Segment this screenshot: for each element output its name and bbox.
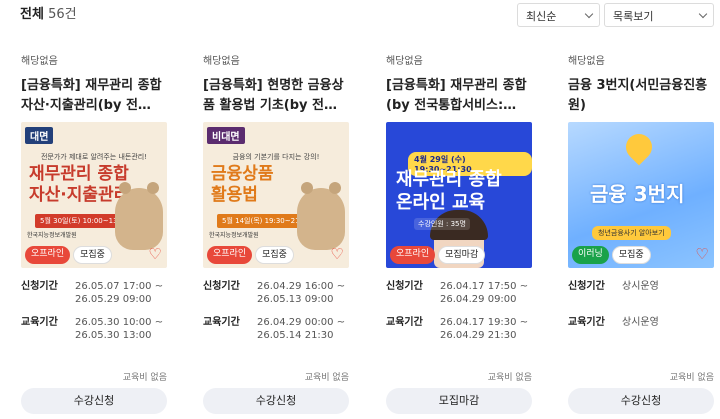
apply-period-value: 상시운영 <box>622 281 659 292</box>
card-title[interactable]: [금융특화] 재무관리 종합 자산·지출관리(by 전… <box>21 76 171 116</box>
edu-period-start: 26.04.17 19:30 ~ <box>440 317 529 328</box>
thumbnail-headline-1: 재무관리 종합 <box>396 169 502 190</box>
apply-button[interactable]: 수강신청 <box>568 388 714 414</box>
thumbnail-headline-1: 재무관리 종합 <box>29 164 129 184</box>
course-card[interactable]: 해당없음 금융 3번지(서민금융진흥원) 금융 3번지 청년금융사기 알아보기 … <box>568 52 714 419</box>
badge-row: 오프라인 모집중 <box>207 246 294 264</box>
course-card[interactable]: 해당없음 [금융특화] 재무관리 종합 (by 전국통합서비스:… 4월 29일… <box>386 52 532 419</box>
card-title[interactable]: [금융특화] 현명한 금융상품 활용법 기초(by 전… <box>203 76 353 116</box>
fee-text: 교육비 없음 <box>669 373 714 383</box>
edu-period: 교육기간 26.05.30 10:00 ~ 26.05.30 13:00 <box>21 316 167 344</box>
thumbnail-headline-2: 자산·지출관리 <box>29 185 130 205</box>
thumbnail-headline-2: 활용법 <box>211 185 258 205</box>
thumbnail-logos: 한국지능정보개발원 <box>209 232 259 239</box>
edu-period-value: 상시운영 <box>622 317 659 328</box>
thumbnail-bar: 청년금융사기 알아보기 <box>592 226 671 240</box>
apply-period-start: 26.04.29 16:00 ~ <box>257 281 346 292</box>
card-title[interactable]: [금융특화] 재무관리 종합 (by 전국통합서비스:… <box>386 76 536 116</box>
edu-period-start: 26.05.30 10:00 ~ <box>75 317 164 328</box>
apply-button[interactable]: 수강신청 <box>21 388 167 414</box>
recruit-badge: 모집중 <box>73 246 112 264</box>
squirrel-mascot-illustration <box>297 182 345 250</box>
total-count: 전체 56건 <box>20 3 77 22</box>
thumbnail-logos: 한국지능정보개발원 <box>27 232 77 239</box>
apply-period: 신청기간 26.05.07 17:00 ~ 26.05.29 09:00 <box>21 280 167 308</box>
apply-period-label: 신청기간 <box>386 281 423 292</box>
thumbnail-headline: 금융 3번지 <box>590 182 685 206</box>
mode-badge: 오프라인 <box>25 246 71 264</box>
apply-period-label: 신청기간 <box>203 281 240 292</box>
total-count-value: 56건 <box>48 7 77 22</box>
heart-icon[interactable]: ♡ <box>694 246 710 262</box>
course-card[interactable]: 해당없음 [금융특화] 재무관리 종합 자산·지출관리(by 전… 대면 전문가… <box>21 52 167 419</box>
thumbnail-headline: 금융상품 활용법 <box>211 164 274 206</box>
edu-period: 교육기간 26.04.17 19:30 ~ 26.04.29 21:30 <box>386 316 532 344</box>
apply-period-label: 신청기간 <box>21 281 58 292</box>
apply-period: 신청기간 상시운영 <box>568 280 714 308</box>
thumbnail-headline: 재무관리 종합 온라인 교육 <box>396 168 502 214</box>
fee-text: 교육비 없음 <box>304 373 349 383</box>
closed-button[interactable]: 모집마감 <box>386 388 532 414</box>
edu-period-label: 교육기간 <box>21 317 58 328</box>
card-thumbnail[interactable]: 금융 3번지 청년금융사기 알아보기 이러닝 모집중 ♡ <box>568 122 714 268</box>
edu-period-label: 교육기간 <box>568 317 605 328</box>
sort-select-value: 최신순 <box>526 10 557 23</box>
card-status: 해당없음 <box>568 56 605 67</box>
thumbnail-tag: 대면 <box>25 127 54 144</box>
thumbnail-subtitle: 전문가가 제대로 알려주는 내돈관리! <box>40 153 148 161</box>
apply-period-end: 26.05.29 09:00 <box>75 294 152 305</box>
mode-badge: 이러닝 <box>572 246 609 264</box>
squirrel-mascot-illustration <box>115 182 163 250</box>
edu-period-end: 26.05.30 13:00 <box>75 330 152 341</box>
edu-period: 교육기간 26.04.29 00:00 ~ 26.05.14 21:30 <box>203 316 349 344</box>
badge-row: 이러닝 모집중 <box>572 246 651 264</box>
apply-period-label: 신청기간 <box>568 281 605 292</box>
card-status: 해당없음 <box>21 56 58 67</box>
thumbnail-headline-1: 금융상품 <box>211 164 274 184</box>
edu-period-start: 26.04.29 00:00 ~ <box>257 317 346 328</box>
edu-period-end: 26.05.14 21:30 <box>257 330 334 341</box>
edu-period-label: 교육기간 <box>386 317 423 328</box>
thumbnail-subtitle: 금융의 기본기를 다지는 강의! <box>232 153 320 161</box>
card-status: 해당없음 <box>386 56 423 67</box>
edu-period-end: 26.04.29 21:30 <box>440 330 517 341</box>
chevron-down-icon <box>698 9 708 19</box>
card-title[interactable]: 금융 3번지(서민금융진흥원) <box>568 76 718 116</box>
sort-select[interactable]: 최신순 <box>517 3 600 27</box>
list-header: 전체 56건 최신순 목록보기 <box>0 0 720 30</box>
badge-row: 오프라인 모집마감 <box>390 246 486 264</box>
thumbnail-count: 수강인원 : 35명 <box>414 218 470 230</box>
course-card[interactable]: 해당없음 [금융특화] 현명한 금융상품 활용법 기초(by 전… 비대면 금융… <box>203 52 349 419</box>
apply-button[interactable]: 수강신청 <box>203 388 349 414</box>
edu-period-label: 교육기간 <box>203 317 240 328</box>
apply-period-end: 26.04.29 09:00 <box>440 294 517 305</box>
apply-period: 신청기간 26.04.29 16:00 ~ 26.05.13 09:00 <box>203 280 349 308</box>
chevron-down-icon <box>584 9 594 19</box>
card-thumbnail[interactable]: 대면 전문가가 제대로 알려주는 내돈관리! 재무관리 종합 자산·지출관리 5… <box>21 122 167 268</box>
recruit-badge: 모집중 <box>611 246 651 264</box>
total-label: 전체 <box>20 7 44 22</box>
edu-period: 교육기간 상시운영 <box>568 316 714 344</box>
apply-period: 신청기간 26.04.17 17:50 ~ 26.04.29 09:00 <box>386 280 532 308</box>
recruit-badge: 모집마감 <box>438 246 486 264</box>
fee-text: 교육비 없음 <box>487 373 532 383</box>
view-select-value: 목록보기 <box>613 10 654 23</box>
mode-badge: 오프라인 <box>390 246 436 264</box>
heart-icon[interactable]: ♡ <box>147 246 163 262</box>
card-status: 해당없음 <box>203 56 240 67</box>
card-thumbnail[interactable]: 4월 29일 (수) 19:30~21:30 재무관리 종합 온라인 교육 수강… <box>386 122 532 268</box>
fee-text: 교육비 없음 <box>122 373 167 383</box>
view-select[interactable]: 목록보기 <box>604 3 714 27</box>
apply-period-start: 26.04.17 17:50 ~ <box>440 281 529 292</box>
apply-period-end: 26.05.13 09:00 <box>257 294 334 305</box>
heart-icon[interactable]: ♡ <box>329 246 345 262</box>
thumbnail-tag: 비대면 <box>207 127 245 144</box>
recruit-badge: 모집중 <box>255 246 294 264</box>
card-thumbnail[interactable]: 비대면 금융의 기본기를 다지는 강의! 금융상품 활용법 5월 14일(목) … <box>203 122 349 268</box>
thumbnail-headline: 재무관리 종합 자산·지출관리 <box>29 164 129 206</box>
badge-row: 오프라인 모집중 <box>25 246 112 264</box>
apply-period-start: 26.05.07 17:00 ~ <box>75 281 164 292</box>
location-pin-icon <box>620 128 658 166</box>
mode-badge: 오프라인 <box>207 246 253 264</box>
